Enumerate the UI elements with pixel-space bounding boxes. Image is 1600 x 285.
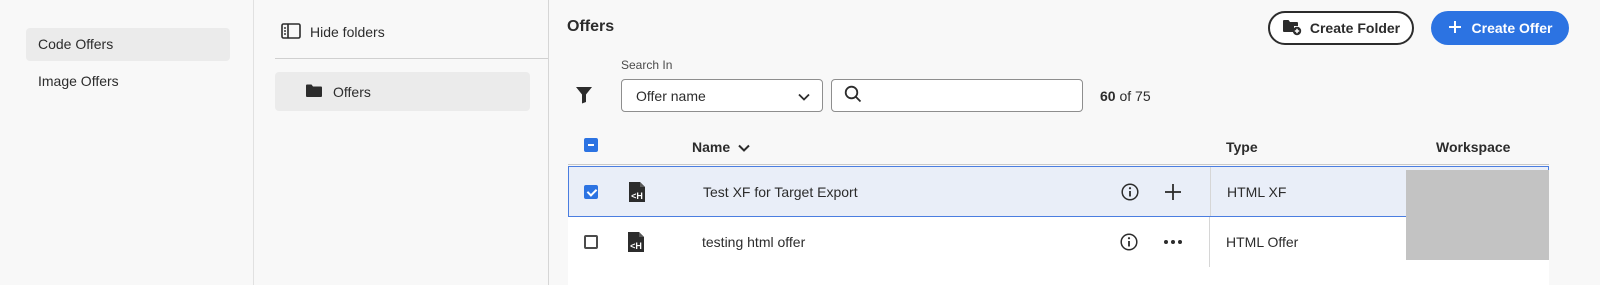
row-type: HTML XF <box>1227 183 1287 200</box>
indeterminate-checkbox-icon <box>584 138 598 152</box>
folder-panel-divider <box>275 58 548 59</box>
html-file-icon: <H <box>627 217 645 267</box>
row-type: HTML Offer <box>1226 234 1299 250</box>
result-count: 60 of 75 <box>1100 88 1151 104</box>
hide-folders-label: Hide folders <box>310 24 385 40</box>
column-header-workspace[interactable]: Workspace <box>1436 139 1510 155</box>
table-row[interactable]: <H testing html offer HTML Offer <box>568 217 1549 268</box>
nav-item-image-offers[interactable]: Image Offers <box>26 65 230 98</box>
row-name[interactable]: testing html offer <box>702 217 805 267</box>
create-offer-label: Create Offer <box>1471 20 1553 36</box>
search-in-label: Search In <box>621 58 673 72</box>
column-header-name[interactable]: Name <box>692 139 750 155</box>
search-box <box>831 79 1083 112</box>
search-field-value: Offer name <box>636 87 706 104</box>
html-file-icon: <H <box>628 167 646 216</box>
result-count-total: of 75 <box>1119 88 1151 104</box>
svg-text:<H: <H <box>630 241 642 251</box>
svg-text:<H: <H <box>631 191 643 201</box>
chevron-down-icon <box>798 88 810 104</box>
filter-icon[interactable] <box>575 86 593 107</box>
unchecked-checkbox-icon <box>584 235 598 249</box>
row-name[interactable]: Test XF for Target Export <box>703 167 858 216</box>
search-field-select[interactable]: Offer name <box>621 79 823 112</box>
row-checkbox[interactable] <box>584 167 598 216</box>
folder-panel: Hide folders Offers <box>255 0 549 285</box>
result-count-shown: 60 <box>1100 88 1116 104</box>
page-title: Offers <box>567 18 615 35</box>
folder-icon <box>305 83 323 101</box>
column-type-label: Type <box>1226 139 1258 155</box>
search-input[interactable] <box>870 87 1070 104</box>
column-divider <box>1210 167 1211 216</box>
panel-toggle-icon <box>281 22 301 42</box>
left-nav: Code Offers Image Offers <box>0 0 254 285</box>
column-header-type[interactable]: Type <box>1226 139 1258 155</box>
sort-chevron-down-icon <box>738 139 750 155</box>
search-icon <box>844 85 862 106</box>
table-next-row <box>568 267 1549 285</box>
info-icon[interactable] <box>1120 217 1138 267</box>
create-folder-button[interactable]: Create Folder <box>1268 11 1414 45</box>
folder-item-offers[interactable]: Offers <box>275 72 530 111</box>
hide-folders-button[interactable]: Hide folders <box>281 20 385 44</box>
plus-icon <box>1448 20 1462 37</box>
column-workspace-label: Workspace <box>1436 139 1511 155</box>
info-icon[interactable] <box>1121 167 1139 216</box>
offers-table: Name Type Workspace <H Test XF for Targe… <box>568 129 1600 285</box>
workspace-placeholder <box>1406 170 1549 260</box>
create-folder-label: Create Folder <box>1309 20 1401 36</box>
more-icon[interactable] <box>1163 217 1183 267</box>
checked-checkbox-icon <box>584 184 598 199</box>
column-divider <box>1209 217 1210 267</box>
folder-add-icon <box>1282 18 1302 39</box>
table-row[interactable]: <H Test XF for Target Export HTML XF <box>568 166 1549 217</box>
row-checkbox[interactable] <box>584 217 598 267</box>
table-header: Name Type Workspace <box>568 129 1549 165</box>
main-content: Offers Create Folder Create Offer Search… <box>550 0 1600 285</box>
nav-item-code-offers[interactable]: Code Offers <box>26 28 230 61</box>
select-all-checkbox[interactable] <box>584 138 598 152</box>
create-offer-button[interactable]: Create Offer <box>1431 11 1569 45</box>
folder-label: Offers <box>333 83 371 100</box>
column-name-label: Name <box>692 139 731 155</box>
move-icon[interactable] <box>1164 167 1182 216</box>
